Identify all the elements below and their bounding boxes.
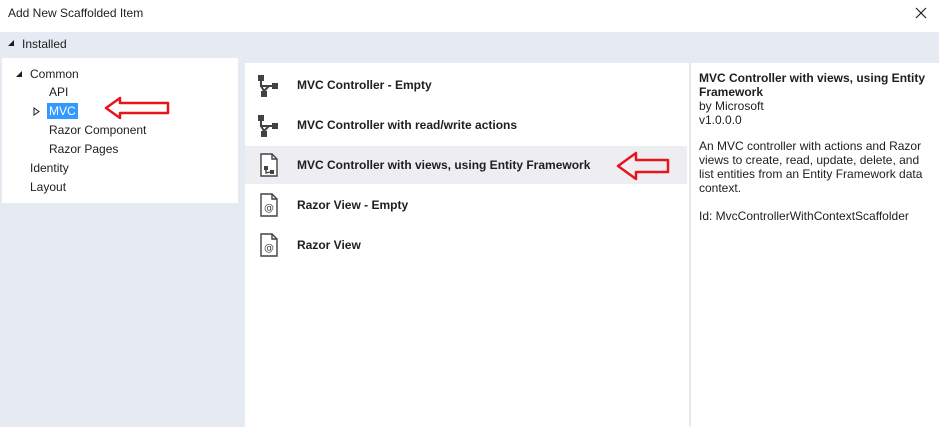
tree-item-label: Common bbox=[30, 67, 79, 81]
title-bar: Add New Scaffolded Item bbox=[0, 0, 939, 29]
expanded-triangle-icon bbox=[8, 40, 14, 46]
controller-icon bbox=[258, 75, 278, 97]
details-title: MVC Controller with views, using Entity … bbox=[699, 71, 926, 99]
tree-item-label: Razor Pages bbox=[49, 142, 119, 156]
close-icon bbox=[915, 7, 927, 19]
scaffolder-list: MVC Controller - Empty MVC Controller wi… bbox=[245, 63, 689, 427]
tree-item-label: MVC bbox=[47, 103, 78, 119]
close-button[interactable] bbox=[911, 3, 931, 23]
category-tree: Common API MVC Razor Component Razor Pag… bbox=[2, 58, 238, 203]
list-item-label: MVC Controller - Empty bbox=[297, 78, 432, 92]
details-version: v1.0.0.0 bbox=[699, 113, 742, 127]
tree-item-mvc[interactable]: MVC bbox=[33, 102, 78, 120]
expanded-triangle-icon bbox=[16, 71, 22, 77]
tree-item-api[interactable]: API bbox=[49, 83, 68, 101]
details-pane: MVC Controller with views, using Entity … bbox=[690, 63, 939, 427]
tree-item-label: Razor Component bbox=[49, 123, 147, 137]
list-item-razor-view-empty[interactable]: @ Razor View - Empty bbox=[245, 186, 687, 224]
list-item-label: Razor View bbox=[297, 238, 361, 252]
razor-view-icon: @ bbox=[260, 193, 278, 217]
window-title: Add New Scaffolded Item bbox=[8, 6, 144, 20]
list-item-mvc-controller-empty[interactable]: MVC Controller - Empty bbox=[245, 66, 687, 104]
installed-label: Installed bbox=[22, 37, 67, 51]
tree-item-identity[interactable]: Identity bbox=[30, 159, 69, 177]
tree-item-common[interactable]: Common bbox=[15, 65, 79, 83]
collapsed-triangle-icon bbox=[33, 107, 40, 116]
annotation-arrow-icon bbox=[616, 151, 670, 181]
tree-item-label: Layout bbox=[30, 180, 67, 194]
list-item-label: MVC Controller with views, using Entity … bbox=[297, 158, 591, 172]
svg-text:@: @ bbox=[264, 203, 274, 214]
controller-views-icon bbox=[260, 153, 278, 177]
tree-item-layout[interactable]: Layout bbox=[30, 178, 66, 196]
list-item-razor-view[interactable]: @ Razor View bbox=[245, 226, 687, 264]
tree-item-razor-pages[interactable]: Razor Pages bbox=[49, 140, 118, 158]
installed-header[interactable]: Installed bbox=[0, 32, 939, 55]
details-description: An MVC controller with actions and Razor… bbox=[699, 139, 923, 195]
list-item-label: Razor View - Empty bbox=[297, 198, 409, 212]
details-id: Id: MvcControllerWithContextScaffolder bbox=[699, 209, 909, 223]
list-item-mvc-controller-read-write[interactable]: MVC Controller with read/write actions bbox=[245, 106, 687, 144]
controller-icon bbox=[258, 115, 278, 137]
razor-view-icon: @ bbox=[260, 233, 278, 257]
list-item-label: MVC Controller with read/write actions bbox=[297, 118, 518, 132]
svg-text:@: @ bbox=[264, 243, 274, 254]
tree-item-razor-component[interactable]: Razor Component bbox=[49, 121, 146, 139]
details-author: by Microsoft bbox=[699, 99, 764, 113]
annotation-arrow-icon bbox=[104, 96, 170, 120]
tree-item-label: API bbox=[49, 85, 69, 99]
tree-item-label: Identity bbox=[30, 161, 69, 175]
